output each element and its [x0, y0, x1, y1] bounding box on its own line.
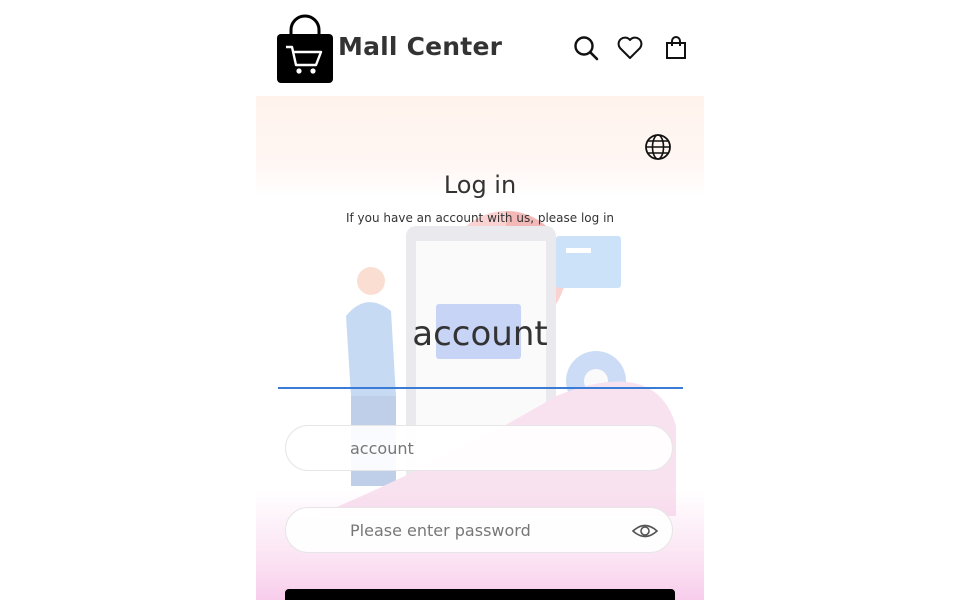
account-field[interactable]: [285, 425, 673, 471]
eye-icon[interactable]: [631, 519, 659, 543]
login-panel: Log in If you have an account with us, p…: [256, 96, 704, 600]
page-title: Log in: [443, 171, 517, 199]
shopping-bag-logo-icon[interactable]: [276, 14, 334, 84]
brand-name: Mall Center: [338, 32, 503, 61]
globe-icon[interactable]: [644, 133, 672, 161]
tab-active-underline: [278, 387, 683, 389]
account-input[interactable]: [350, 426, 610, 470]
login-button[interactable]: [285, 589, 675, 600]
tab-account[interactable]: account: [256, 314, 704, 354]
bag-icon[interactable]: [662, 34, 690, 62]
app-root: Mall Center Log in If you have an accoun…: [0, 0, 960, 600]
password-field[interactable]: [285, 507, 673, 553]
header: Mall Center: [256, 0, 704, 96]
search-icon[interactable]: [572, 34, 600, 62]
page-subtitle: If you have an account with us, please l…: [345, 211, 615, 225]
heart-icon[interactable]: [616, 34, 644, 62]
password-input[interactable]: [350, 508, 610, 552]
